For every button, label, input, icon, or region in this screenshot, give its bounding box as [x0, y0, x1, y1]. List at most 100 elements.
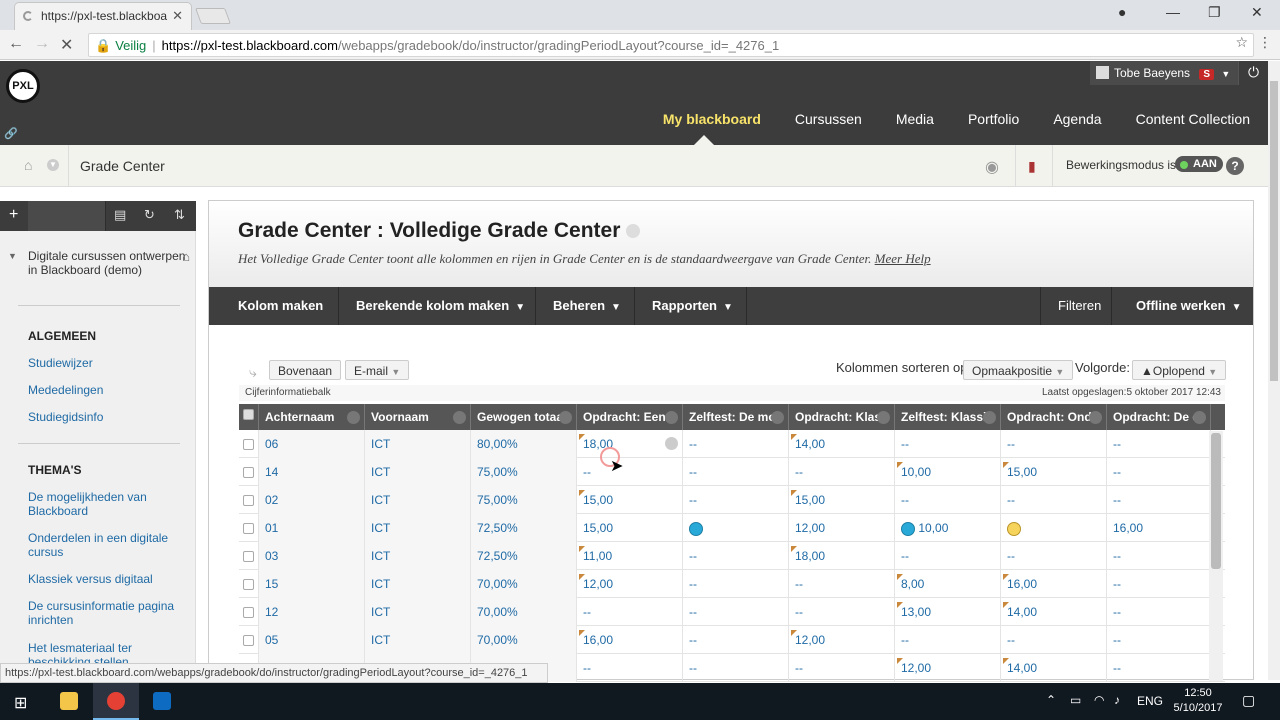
- grid-cell[interactable]: 14,00: [789, 430, 895, 458]
- wifi-icon[interactable]: ◠: [1094, 693, 1104, 707]
- grid-cell[interactable]: 14: [259, 458, 365, 486]
- page-scrollbar-thumb[interactable]: [1270, 81, 1278, 381]
- row-checkbox[interactable]: [239, 542, 259, 570]
- grid-cell[interactable]: ICT: [365, 570, 471, 598]
- grid-cell[interactable]: ICT: [365, 626, 471, 654]
- grid-cell[interactable]: 13,00: [895, 598, 1001, 626]
- column-header[interactable]: Zelftest: Klassi: [895, 404, 1001, 430]
- grid-cell[interactable]: 12,00: [577, 570, 683, 598]
- close-tab-icon[interactable]: ✕: [172, 8, 183, 24]
- page-scrollbar[interactable]: [1268, 61, 1280, 680]
- back-icon[interactable]: ←: [8, 35, 24, 53]
- grid-cell[interactable]: 15: [259, 570, 365, 598]
- grid-cell[interactable]: 16,00: [1001, 570, 1107, 598]
- grid-cell[interactable]: 14,00: [1001, 654, 1107, 682]
- course-title[interactable]: ▼ Digitale cursussen ontwerpen in Blackb…: [8, 249, 194, 277]
- link-icon[interactable]: 🔗: [4, 127, 18, 140]
- chevron-down-icon[interactable]: [1089, 411, 1102, 424]
- grid-cell[interactable]: 12,00: [789, 514, 895, 542]
- file-explorer-icon[interactable]: [46, 683, 92, 720]
- sidebar-item-mogelijkheden[interactable]: De mogelijkheden van Blackboard: [28, 490, 178, 518]
- grid-cell[interactable]: --: [1107, 542, 1211, 570]
- chevron-down-icon[interactable]: [453, 411, 466, 424]
- row-checkbox[interactable]: [239, 458, 259, 486]
- chevron-down-icon[interactable]: [877, 411, 890, 424]
- nav-my-blackboard[interactable]: My blackboard: [663, 111, 761, 127]
- row-checkbox[interactable]: [239, 598, 259, 626]
- grid-cell[interactable]: --: [895, 430, 1001, 458]
- grid-cell[interactable]: --: [683, 654, 789, 682]
- bookmark-icon[interactable]: ▮: [1015, 145, 1053, 187]
- grid-cell[interactable]: --: [1107, 598, 1211, 626]
- column-header[interactable]: Zelftest: De mo: [683, 404, 789, 430]
- grid-cell[interactable]: 70,00%: [471, 598, 577, 626]
- grid-cell[interactable]: 15,00: [577, 486, 683, 514]
- grid-cell[interactable]: --: [683, 570, 789, 598]
- volume-icon[interactable]: ♪: [1114, 693, 1120, 707]
- notification-icon[interactable]: ▢: [1242, 692, 1255, 709]
- grid-cell[interactable]: 05: [259, 626, 365, 654]
- grid-cell[interactable]: --: [1107, 458, 1211, 486]
- chrome-icon[interactable]: [93, 683, 139, 720]
- grid-cell[interactable]: 06: [259, 430, 365, 458]
- row-checkbox[interactable]: [239, 486, 259, 514]
- grid-cell[interactable]: 75,00%: [471, 486, 577, 514]
- grid-cell[interactable]: --: [789, 570, 895, 598]
- grid-cell[interactable]: 16,00: [1107, 514, 1211, 542]
- scrollbar-thumb[interactable]: [1211, 433, 1221, 569]
- grid-cell[interactable]: --: [895, 486, 1001, 514]
- help-icon[interactable]: ?: [1226, 157, 1244, 175]
- reports-button[interactable]: Rapporten ▼: [635, 287, 747, 325]
- grid-cell[interactable]: --: [683, 430, 789, 458]
- chevron-down-icon[interactable]: [665, 437, 678, 450]
- logout-icon[interactable]: ⏻: [1238, 61, 1268, 85]
- grid-cell[interactable]: --: [1001, 626, 1107, 654]
- url-input[interactable]: 🔒 Veilig | https://pxl-test.blackboard.com/…: [88, 33, 1254, 57]
- grid-cell[interactable]: 02: [259, 486, 365, 514]
- grid-cell[interactable]: --: [683, 486, 789, 514]
- edit-mode-toggle[interactable]: AAN: [1175, 156, 1223, 172]
- row-checkbox[interactable]: [239, 570, 259, 598]
- nav-agenda[interactable]: Agenda: [1053, 111, 1101, 127]
- grid-cell[interactable]: --: [1001, 430, 1107, 458]
- student-preview-icon[interactable]: ◉: [985, 157, 999, 177]
- chevron-down-icon[interactable]: ▼: [47, 159, 59, 171]
- calculated-column-button[interactable]: Berekende kolom maken ▼: [339, 287, 536, 325]
- grid-cell[interactable]: ICT: [365, 514, 471, 542]
- grid-cell[interactable]: 01: [259, 514, 365, 542]
- chevron-down-icon[interactable]: [626, 224, 641, 239]
- grid-cell[interactable]: 75,00%: [471, 458, 577, 486]
- sidebar-item-onderdelen[interactable]: Onderdelen in een digitale cursus: [28, 531, 178, 559]
- home-icon[interactable]: ⌂: [182, 249, 190, 264]
- grid-cell[interactable]: 16,00: [577, 626, 683, 654]
- grid-cell[interactable]: 72,50%: [471, 514, 577, 542]
- chevron-down-icon[interactable]: [771, 411, 784, 424]
- pxl-logo[interactable]: PXL: [6, 69, 40, 103]
- nav-media[interactable]: Media: [896, 111, 934, 127]
- sort-icon[interactable]: ⇅: [174, 207, 185, 223]
- grid-cell[interactable]: --: [895, 542, 1001, 570]
- grid-cell[interactable]: 80,00%: [471, 430, 577, 458]
- nav-portfolio[interactable]: Portfolio: [968, 111, 1019, 127]
- nav-content-collection[interactable]: Content Collection: [1136, 111, 1250, 127]
- column-header[interactable]: Opdracht: Ond: [1001, 404, 1107, 430]
- row-checkbox[interactable]: [239, 514, 259, 542]
- grid-cell[interactable]: --: [789, 598, 895, 626]
- grid-cell[interactable]: --: [577, 654, 683, 682]
- breadcrumb-title[interactable]: Grade Center: [80, 158, 165, 174]
- email-button[interactable]: E-mail ▼: [345, 360, 410, 380]
- minimize-icon[interactable]: —: [1166, 4, 1180, 20]
- sidebar-item-cursusinformatie[interactable]: De cursusinformatie pagina inrichten: [28, 599, 178, 627]
- grid-cell[interactable]: --: [895, 626, 1001, 654]
- language-indicator[interactable]: ENG: [1137, 694, 1163, 708]
- outlook-icon[interactable]: [139, 683, 185, 720]
- bookmark-star-icon[interactable]: ☆: [1235, 34, 1248, 51]
- grid-cell[interactable]: 12,00: [895, 654, 1001, 682]
- grid-cell[interactable]: ICT: [365, 542, 471, 570]
- profile-icon[interactable]: ●: [1118, 4, 1126, 20]
- row-checkbox[interactable]: [239, 626, 259, 654]
- grid-cell[interactable]: --: [789, 654, 895, 682]
- nav-cursussen[interactable]: Cursussen: [795, 111, 862, 127]
- in-progress-icon[interactable]: [689, 521, 703, 536]
- column-header[interactable]: Opdracht: Klas: [789, 404, 895, 430]
